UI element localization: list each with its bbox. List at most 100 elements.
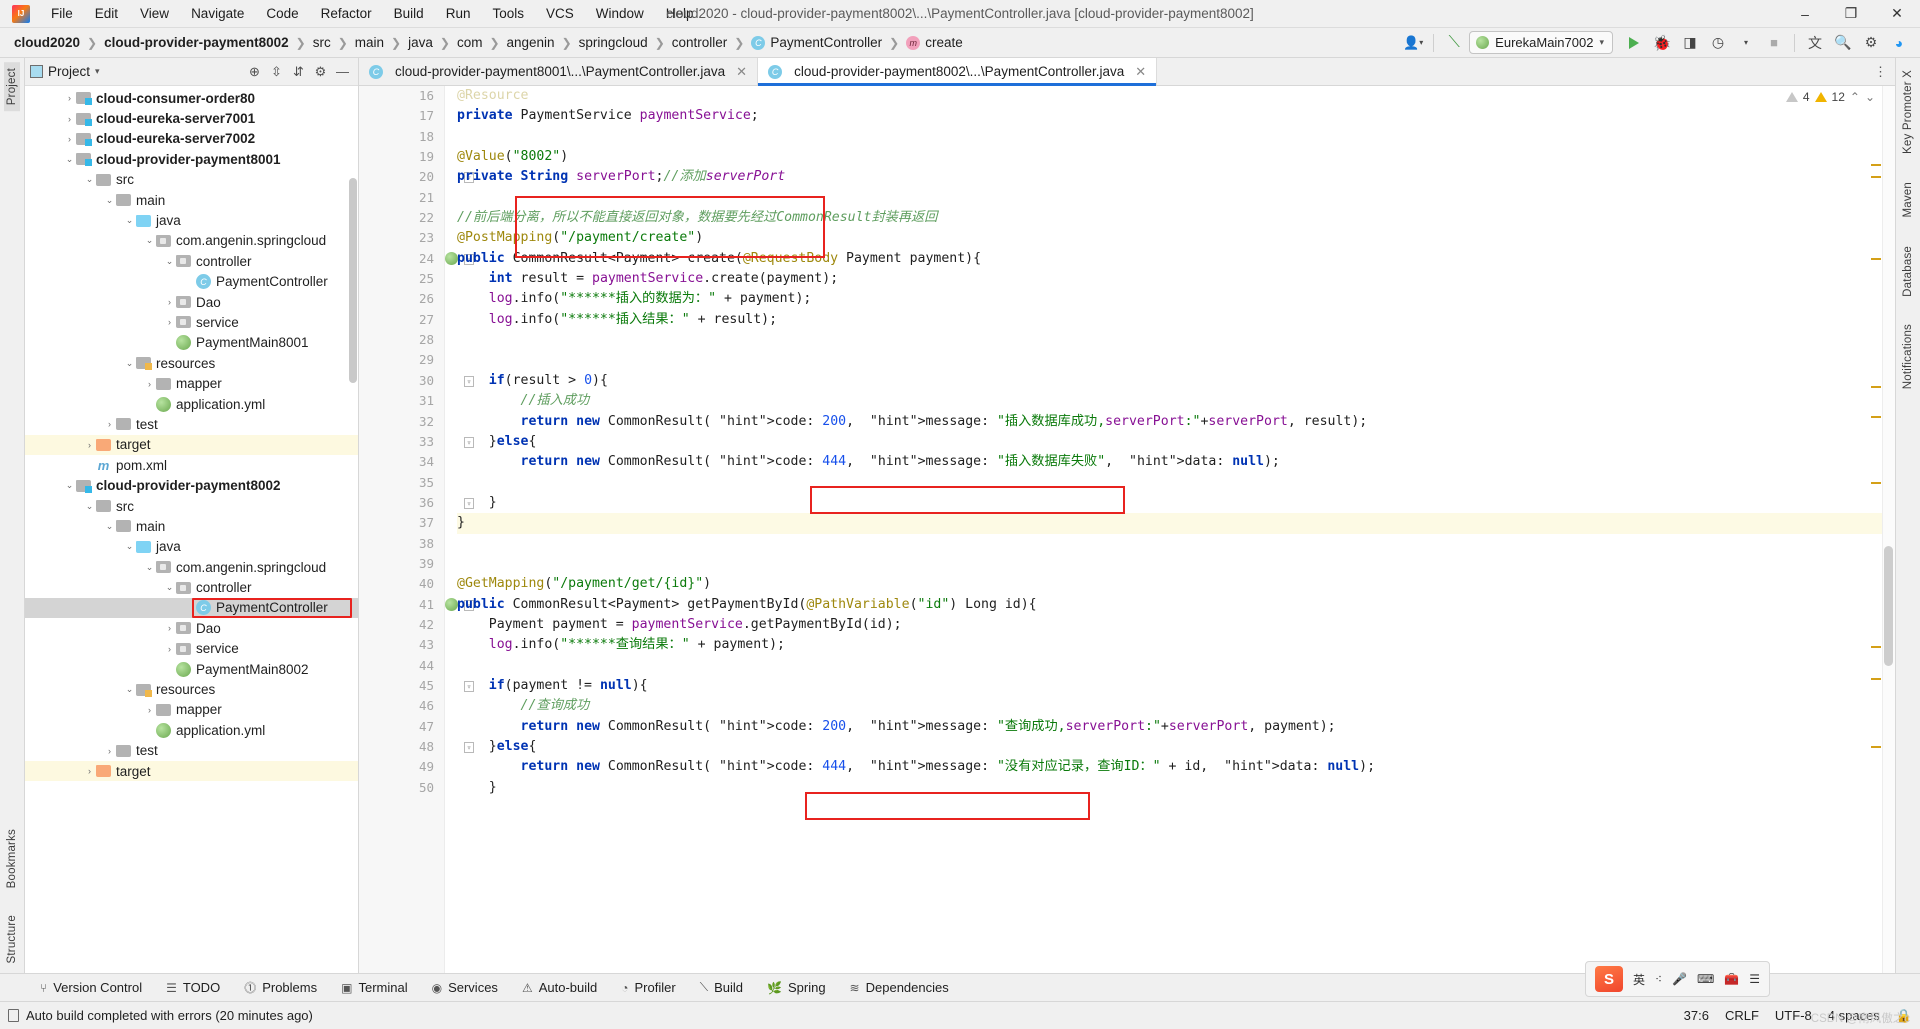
- line-number[interactable]: 17: [359, 106, 444, 126]
- line-number[interactable]: 47: [359, 717, 444, 737]
- user-icon[interactable]: 👤 ▾: [1400, 31, 1426, 55]
- toolbox-icon[interactable]: 🧰: [1724, 972, 1739, 986]
- code-line[interactable]: //查询成功: [457, 696, 1895, 716]
- code-line[interactable]: }: [457, 493, 1895, 513]
- tool-problems[interactable]: ⓵ Problems: [232, 974, 329, 1001]
- line-number[interactable]: 26: [359, 289, 444, 309]
- tree-node-test[interactable]: › test: [25, 414, 358, 434]
- expand-arrow-icon[interactable]: ›: [103, 746, 116, 756]
- line-number[interactable]: 21: [359, 188, 444, 208]
- caret-position[interactable]: 37:6: [1684, 1008, 1709, 1023]
- profile-dropdown-icon[interactable]: ▾: [1733, 31, 1759, 55]
- file-encoding[interactable]: UTF-8: [1775, 1008, 1812, 1023]
- hide-panel-icon[interactable]: —: [332, 61, 353, 82]
- menu-build[interactable]: Build: [383, 2, 435, 25]
- editor-tab-options-icon[interactable]: ⋮: [1866, 58, 1895, 85]
- code-line[interactable]: log.info("******插入的数据为：" + payment);: [457, 289, 1895, 309]
- code-line[interactable]: @PostMapping("/payment/create"): [457, 228, 1895, 248]
- line-number[interactable]: 43: [359, 635, 444, 655]
- tree-node-cloud-consumer-order80[interactable]: › cloud-consumer-order80: [25, 88, 358, 108]
- line-number[interactable]: 37: [359, 513, 444, 533]
- expand-arrow-icon[interactable]: ›: [143, 705, 156, 715]
- line-number[interactable]: 19: [359, 147, 444, 167]
- line-number[interactable]: 30 ▿: [359, 371, 474, 391]
- expand-arrow-icon[interactable]: ⌄: [103, 195, 116, 206]
- menu-code[interactable]: Code: [255, 2, 309, 25]
- tree-node-mapper[interactable]: › mapper: [25, 373, 358, 393]
- expand-arrow-icon[interactable]: ›: [163, 644, 176, 654]
- code-line[interactable]: return new CommonResult( "hint">code: 44…: [457, 757, 1895, 777]
- expand-arrow-icon[interactable]: ⌄: [123, 684, 136, 695]
- tool-dependencies[interactable]: ≋ Dependencies: [838, 974, 961, 1001]
- editor-vertical-scrollbar[interactable]: [1882, 86, 1895, 973]
- expand-arrow-icon[interactable]: ›: [163, 317, 176, 327]
- inspection-widget[interactable]: 4 12 ⌃ ⌄: [1785, 90, 1875, 104]
- menu-window[interactable]: Window: [585, 2, 655, 25]
- tree-node-main[interactable]: ⌄ main: [25, 190, 358, 210]
- settings-gear-icon[interactable]: ⚙: [1858, 31, 1884, 55]
- settings-gear-icon[interactable]: ⚙: [310, 61, 331, 82]
- code-line[interactable]: if(result > 0){: [457, 371, 1895, 391]
- expand-arrow-icon[interactable]: ⌄: [123, 541, 136, 552]
- tree-node-cloud-provider-payment8002[interactable]: ⌄ cloud-provider-payment8002: [25, 475, 358, 495]
- close-icon[interactable]: ✕: [1135, 64, 1146, 80]
- collapse-all-icon[interactable]: ⇵: [288, 61, 309, 82]
- tree-node-mapper[interactable]: › mapper: [25, 700, 358, 720]
- tool-build[interactable]: ⟍ Build: [688, 974, 755, 1001]
- expand-arrow-icon[interactable]: ⌄: [83, 174, 96, 185]
- close-icon[interactable]: ✕: [736, 64, 747, 80]
- line-number[interactable]: 34: [359, 452, 444, 472]
- locate-icon[interactable]: ⊕: [244, 61, 265, 82]
- expand-arrow-icon[interactable]: ›: [163, 623, 176, 633]
- code-line[interactable]: @Resource: [457, 86, 1895, 106]
- breadcrumb-controller[interactable]: controller: [668, 34, 732, 51]
- expand-all-icon[interactable]: ⇳: [266, 61, 287, 82]
- run-configuration-selector[interactable]: EurekaMain7002 ▾: [1469, 31, 1613, 54]
- code-line[interactable]: [457, 534, 1895, 554]
- line-number[interactable]: 38: [359, 534, 444, 554]
- sogou-logo-icon[interactable]: S: [1594, 966, 1623, 992]
- line-number[interactable]: 20 ▿: [359, 167, 474, 187]
- code-line[interactable]: }: [457, 778, 1895, 798]
- code-line[interactable]: [457, 350, 1895, 370]
- line-number[interactable]: 16: [359, 86, 444, 106]
- code-line[interactable]: @GetMapping("/payment/get/{id}"): [457, 574, 1895, 594]
- tree-node-application-yml[interactable]: application.yml: [25, 394, 358, 414]
- tool-version-control[interactable]: ⑂ Version Control: [28, 974, 154, 1001]
- tree-node-controller[interactable]: ⌄ controller: [25, 251, 358, 271]
- tree-node-application-yml[interactable]: application.yml: [25, 720, 358, 740]
- line-number[interactable]: 42: [359, 615, 444, 635]
- menu-view[interactable]: View: [129, 2, 180, 25]
- code-line[interactable]: return new CommonResult( "hint">code: 44…: [457, 452, 1895, 472]
- expand-arrow-icon[interactable]: ⌄: [123, 358, 136, 369]
- menu-vcs[interactable]: VCS: [535, 2, 585, 25]
- rail-tab-maven[interactable]: Maven: [1900, 176, 1916, 224]
- profile-icon[interactable]: ◷: [1705, 31, 1731, 55]
- line-number[interactable]: 50: [359, 778, 444, 798]
- line-number[interactable]: 23: [359, 228, 444, 248]
- menu-file[interactable]: File: [40, 2, 84, 25]
- menu-run[interactable]: Run: [435, 2, 482, 25]
- code-line[interactable]: private PaymentService paymentService;: [457, 106, 1895, 126]
- line-number[interactable]: 45 ▿: [359, 676, 474, 696]
- code-line[interactable]: [457, 188, 1895, 208]
- line-number[interactable]: 35: [359, 473, 444, 493]
- project-scrollbar-thumb[interactable]: [349, 178, 357, 383]
- translate-icon[interactable]: 文: [1802, 31, 1828, 55]
- expand-arrow-icon[interactable]: ⌄: [163, 582, 176, 593]
- tree-node-paymentmain8001[interactable]: PaymentMain8001: [25, 333, 358, 353]
- tool-auto-build[interactable]: ⚠ Auto-build: [510, 974, 609, 1001]
- line-number[interactable]: 22: [359, 208, 444, 228]
- breadcrumb-java[interactable]: java: [404, 34, 437, 51]
- chevron-up-icon[interactable]: ⌃: [1850, 90, 1860, 104]
- mic-icon[interactable]: 🎤: [1672, 972, 1687, 986]
- expand-arrow-icon[interactable]: ⌄: [63, 154, 76, 165]
- line-number[interactable]: 27: [359, 310, 444, 330]
- rail-tab-key-promoter[interactable]: Key Promoter X: [1900, 64, 1916, 160]
- tree-node-paymentmain8002[interactable]: PaymentMain8002: [25, 659, 358, 679]
- line-number[interactable]: 44: [359, 656, 444, 676]
- code-line[interactable]: }: [457, 513, 1895, 534]
- run-with-coverage-icon[interactable]: ◨: [1677, 31, 1703, 55]
- line-number[interactable]: 39: [359, 554, 444, 574]
- tree-node-pom-xml[interactable]: m pom.xml: [25, 455, 358, 475]
